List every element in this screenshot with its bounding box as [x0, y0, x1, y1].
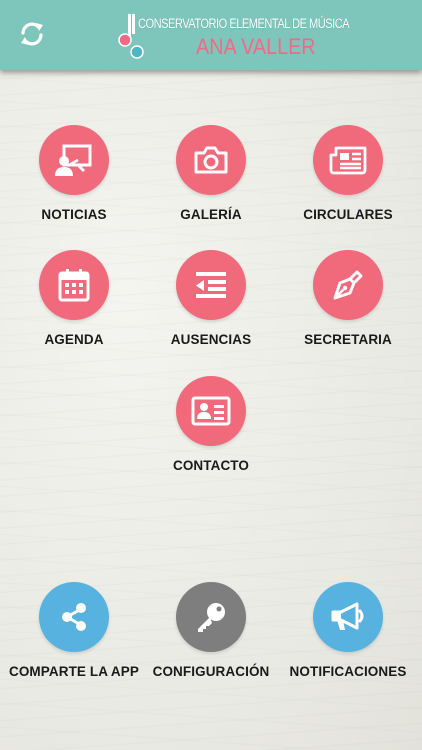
secretaria-label: SECRETARIA [304, 332, 392, 347]
menu-contacto[interactable]: CONTACTO [141, 376, 281, 494]
settings-button[interactable]: CONFIGURACIÓN [141, 582, 281, 700]
camera-icon [194, 146, 228, 174]
calendar-icon [58, 269, 90, 302]
secretaria-circle [313, 250, 383, 320]
menu-circulares[interactable]: CIRCULARES [278, 125, 418, 243]
agenda-label: AGENDA [44, 332, 104, 347]
contact-card-icon [191, 396, 231, 426]
share-label: COMPARTE LA APP [8, 664, 139, 679]
logo-title-line1: CONSERVATORIO ELEMENTAL DE MÚSICA [138, 16, 350, 31]
share-circle [39, 582, 109, 652]
ausencias-label: AUSENCIAS [170, 332, 252, 347]
circulares-label: CIRCULARES [303, 207, 393, 222]
menu-noticias[interactable]: NOTICIAS [4, 125, 144, 243]
galeria-label: GALERÍA [180, 207, 242, 222]
app-header: CONSERVATORIO ELEMENTAL DE MÚSICA ANA VA… [0, 0, 422, 70]
refresh-icon [21, 22, 43, 46]
menu-agenda[interactable]: AGENDA [4, 250, 144, 368]
contacto-circle [176, 376, 246, 446]
menu-secretaria[interactable]: SECRETARIA [278, 250, 418, 368]
noticias-circle [39, 125, 109, 195]
agenda-circle [39, 250, 109, 320]
presentation-user-icon [55, 144, 92, 176]
galeria-circle [176, 125, 246, 195]
menu-galeria[interactable]: GALERÍA [141, 125, 281, 243]
notifications-circle [313, 582, 383, 652]
settings-circle [176, 582, 246, 652]
menu-ausencias[interactable]: AUSENCIAS [141, 250, 281, 368]
settings-label: CONFIGURACIÓN [152, 664, 270, 679]
newspaper-icon [329, 146, 367, 175]
share-app-button[interactable]: COMPARTE LA APP [4, 582, 144, 700]
noticias-label: NOTICIAS [41, 207, 107, 222]
logo-title-line2: ANA VALLER [196, 34, 316, 59]
indent-list-icon [196, 272, 226, 298]
school-logo: CONSERVATORIO ELEMENTAL DE MÚSICA ANA VA… [116, 10, 356, 62]
share-icon [62, 603, 86, 631]
notifications-button[interactable]: NOTIFICACIONES [278, 582, 418, 700]
megaphone-icon [331, 602, 364, 630]
refresh-button[interactable] [16, 18, 48, 50]
contacto-label: CONTACTO [172, 458, 250, 473]
pen-nib-icon [333, 270, 363, 300]
circulares-circle [313, 125, 383, 195]
key-icon [198, 603, 225, 632]
notifications-label: NOTIFICACIONES [289, 664, 407, 679]
ausencias-circle [176, 250, 246, 320]
